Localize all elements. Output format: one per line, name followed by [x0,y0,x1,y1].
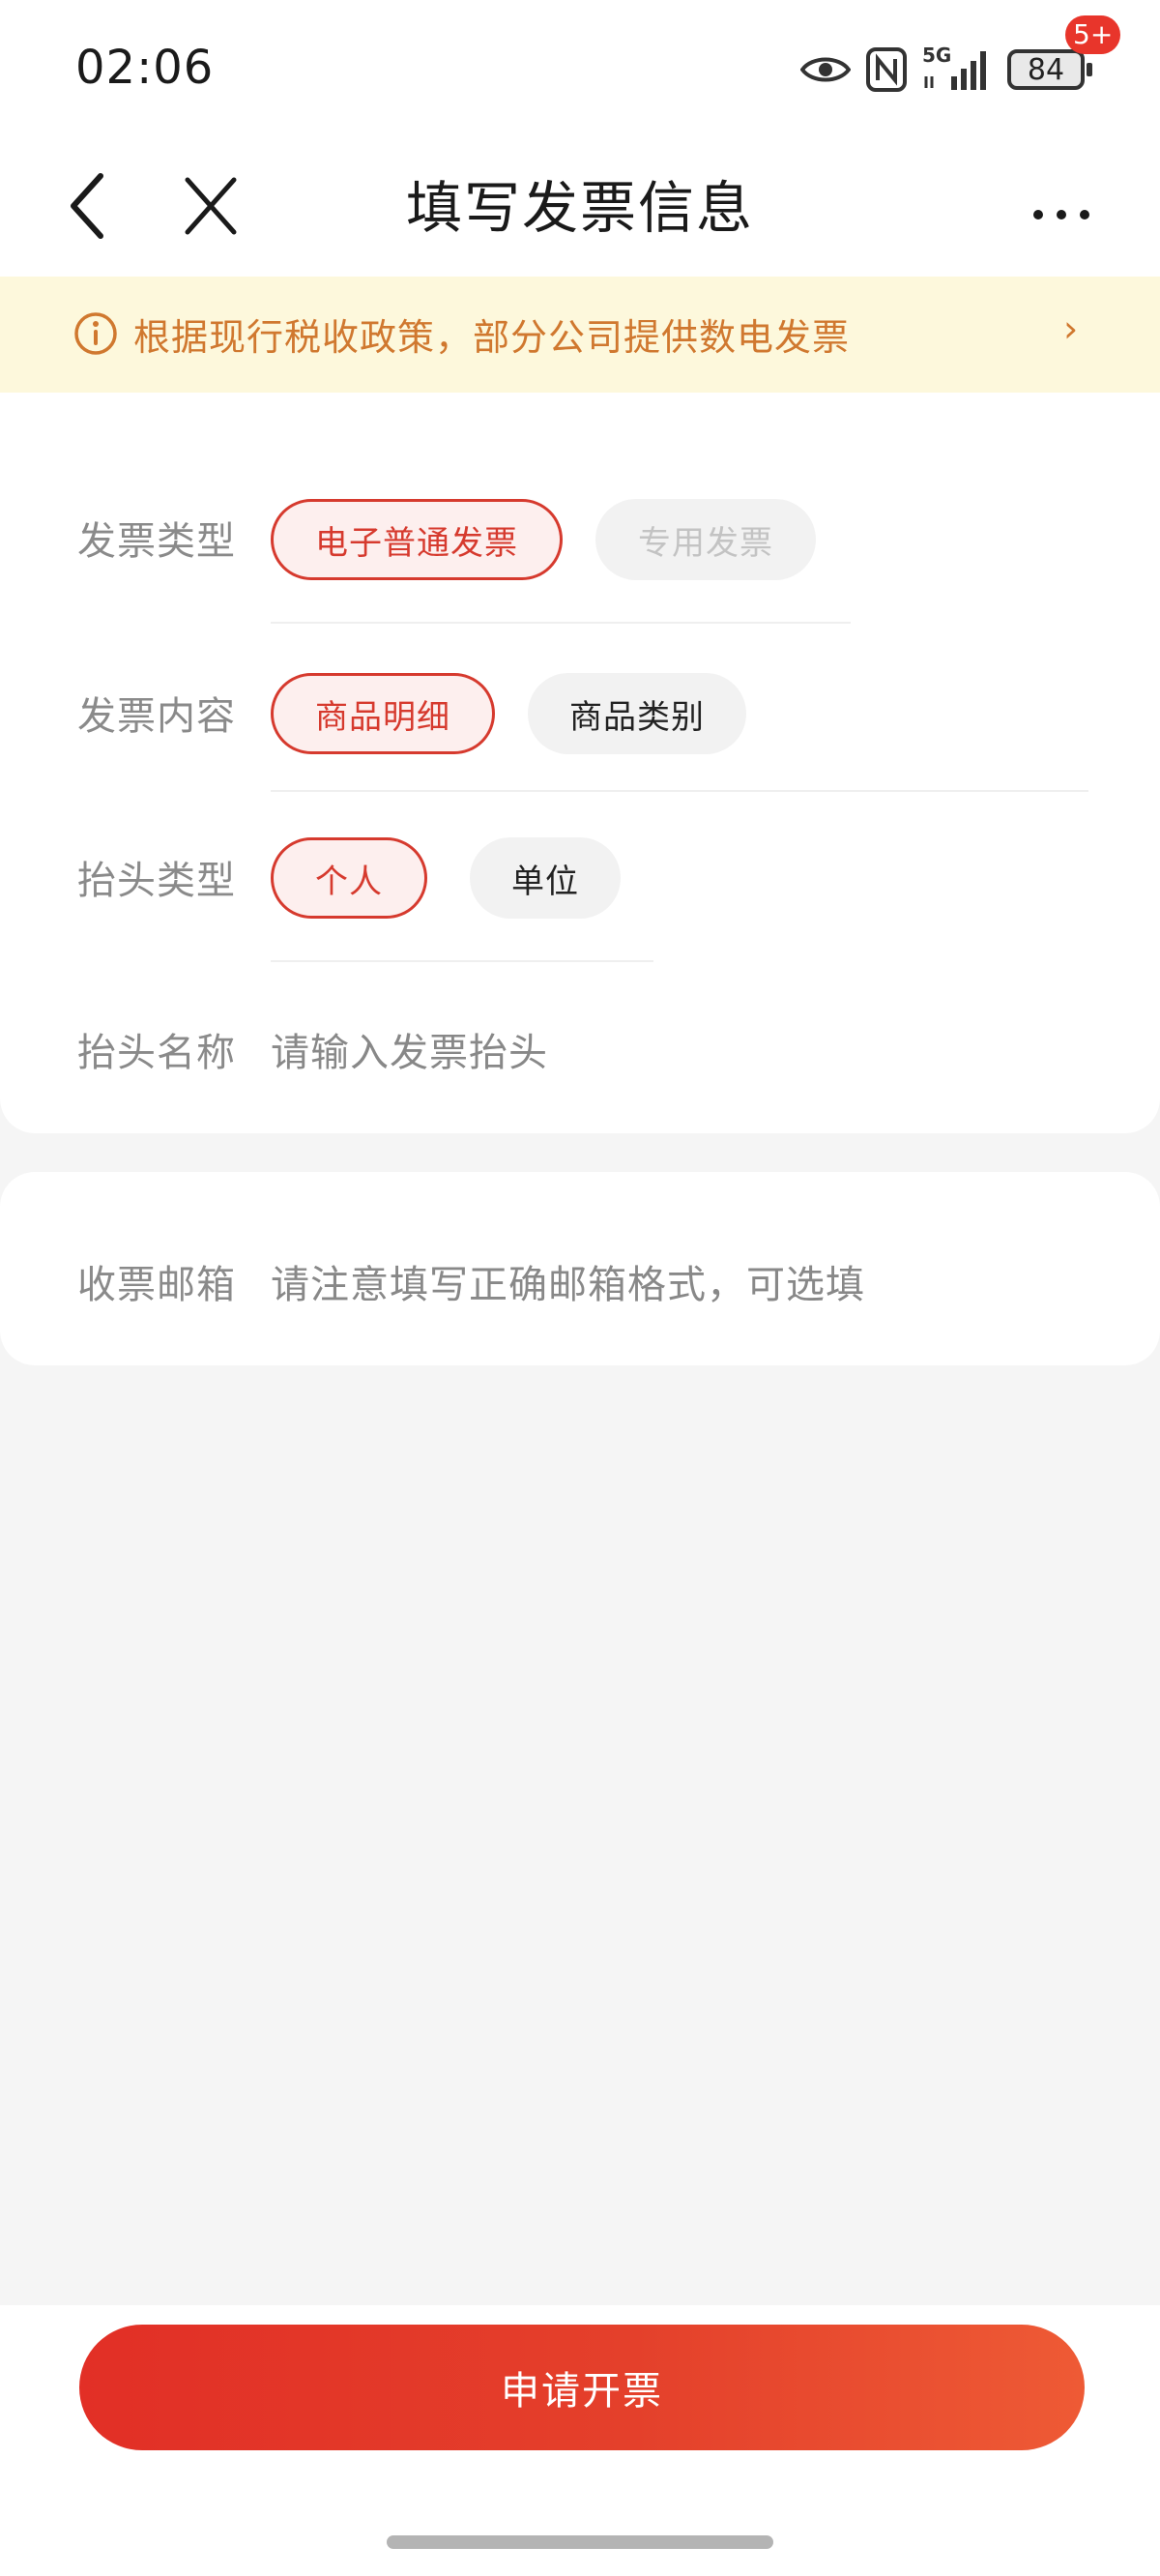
title-type-option-personal[interactable]: 个人 [271,837,427,919]
notice-text: 根据现行税收政策，部分公司提供数电发票 [133,316,851,359]
status-time: 02:06 [75,41,215,95]
title-name-input[interactable]: 请输入发票抬头 [271,1021,548,1077]
divider [271,622,851,624]
invoice-type-label: 发票类型 [77,519,236,564]
network-signal: 5G [922,44,992,92]
home-indicator[interactable] [387,2535,773,2549]
title-type-label: 抬头类型 [77,859,236,903]
invoice-content-label: 发票内容 [77,694,236,739]
invoice-content-option-category[interactable]: 商品类别 [528,673,746,754]
status-icons: 5G 84 [800,43,1092,97]
invoice-type-option-electronic[interactable]: 电子普通发票 [271,499,563,580]
title-name-label: 抬头名称 [77,1031,236,1075]
email-label: 收票邮箱 [77,1263,236,1307]
email-input[interactable]: 请注意填写正确邮箱格式，可选填 [271,1253,865,1309]
submit-invoice-button[interactable]: 申请开票 [79,2325,1085,2450]
chevron-right-icon[interactable]: › [1063,307,1078,350]
invoice-content-option-detail[interactable]: 商品明细 [271,673,495,754]
signal-icon [924,51,986,90]
eye-icon [800,57,851,82]
nav-bar: 填写发票信息 [0,135,1160,277]
title-type-option-company[interactable]: 单位 [470,837,621,919]
info-icon [74,312,117,355]
battery-icon: 84 [1007,49,1092,90]
status-bar: 02:06 5G 84 [0,0,1160,135]
page-title: 填写发票信息 [405,175,754,241]
battery-level: 84 [1027,52,1065,87]
nfc-icon [866,47,907,92]
more-icon[interactable] [1027,174,1096,232]
divider [271,960,653,962]
notification-badge: 5+ [1065,15,1121,54]
invoice-type-option-special: 专用发票 [595,499,816,580]
divider [271,790,1088,792]
